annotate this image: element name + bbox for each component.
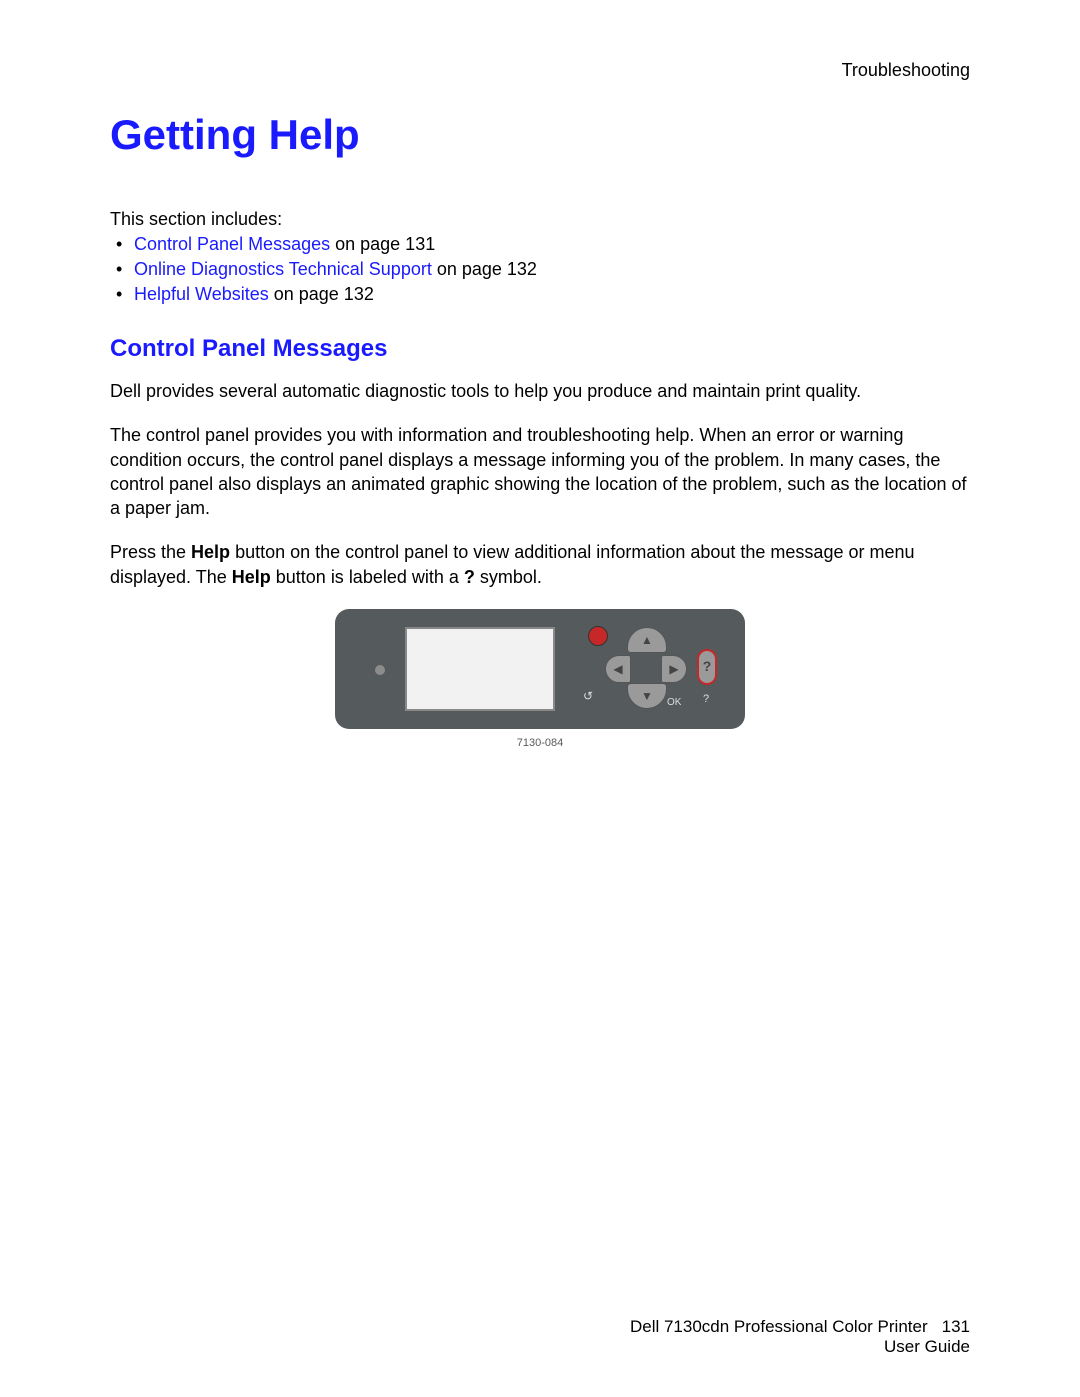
down-arrow-icon: ▼ <box>627 683 667 709</box>
help-button-icon: ? <box>697 649 717 685</box>
footer-product: Dell 7130cdn Professional Color Printer <box>630 1317 928 1336</box>
figure-id: 7130-084 <box>110 737 970 749</box>
link-online-diagnostics[interactable]: Online Diagnostics Technical Support <box>134 259 432 279</box>
section-heading: Control Panel Messages <box>110 335 970 363</box>
footer-page-number: 131 <box>942 1317 970 1336</box>
right-arrow-icon: ▶ <box>661 655 687 683</box>
display-screen <box>405 627 555 711</box>
link-suffix: on page 132 <box>269 284 374 304</box>
control-panel-figure: ▲ ▼ ◀ ▶ ↺ OK ? ? 7130-084 <box>110 609 970 749</box>
list-item: Helpful Websites on page 132 <box>110 284 970 305</box>
section-links-list: Control Panel Messages on page 131 Onlin… <box>110 234 970 305</box>
ok-label: OK <box>667 697 681 708</box>
page-footer: Dell 7130cdn Professional Color Printer 1… <box>630 1317 970 1357</box>
header-section: Troubleshooting <box>110 60 970 81</box>
paragraph-2: The control panel provides you with info… <box>110 423 970 520</box>
paragraph-3: Press the Help button on the control pan… <box>110 540 970 589</box>
page-title: Getting Help <box>110 111 970 159</box>
footer-doc: User Guide <box>884 1337 970 1356</box>
link-control-panel-messages[interactable]: Control Panel Messages <box>134 234 330 254</box>
question-bold: ? <box>464 567 475 587</box>
p3-part: Press the <box>110 542 191 562</box>
help-bold: Help <box>191 542 230 562</box>
list-item: Control Panel Messages on page 131 <box>110 234 970 255</box>
link-suffix: on page 132 <box>432 259 537 279</box>
help-bold: Help <box>232 567 271 587</box>
help-label: ? <box>703 693 709 705</box>
power-led-icon <box>375 665 385 675</box>
back-icon: ↺ <box>583 689 593 703</box>
link-suffix: on page 131 <box>330 234 435 254</box>
paragraph-1: Dell provides several automatic diagnost… <box>110 379 970 403</box>
link-helpful-websites[interactable]: Helpful Websites <box>134 284 269 304</box>
control-panel: ▲ ▼ ◀ ▶ ↺ OK ? ? <box>335 609 745 729</box>
p3-part: symbol. <box>475 567 542 587</box>
p3-part: button is labeled with a <box>271 567 464 587</box>
left-arrow-icon: ◀ <box>605 655 631 683</box>
list-item: Online Diagnostics Technical Support on … <box>110 259 970 280</box>
intro-text: This section includes: <box>110 209 970 230</box>
up-arrow-icon: ▲ <box>627 627 667 653</box>
